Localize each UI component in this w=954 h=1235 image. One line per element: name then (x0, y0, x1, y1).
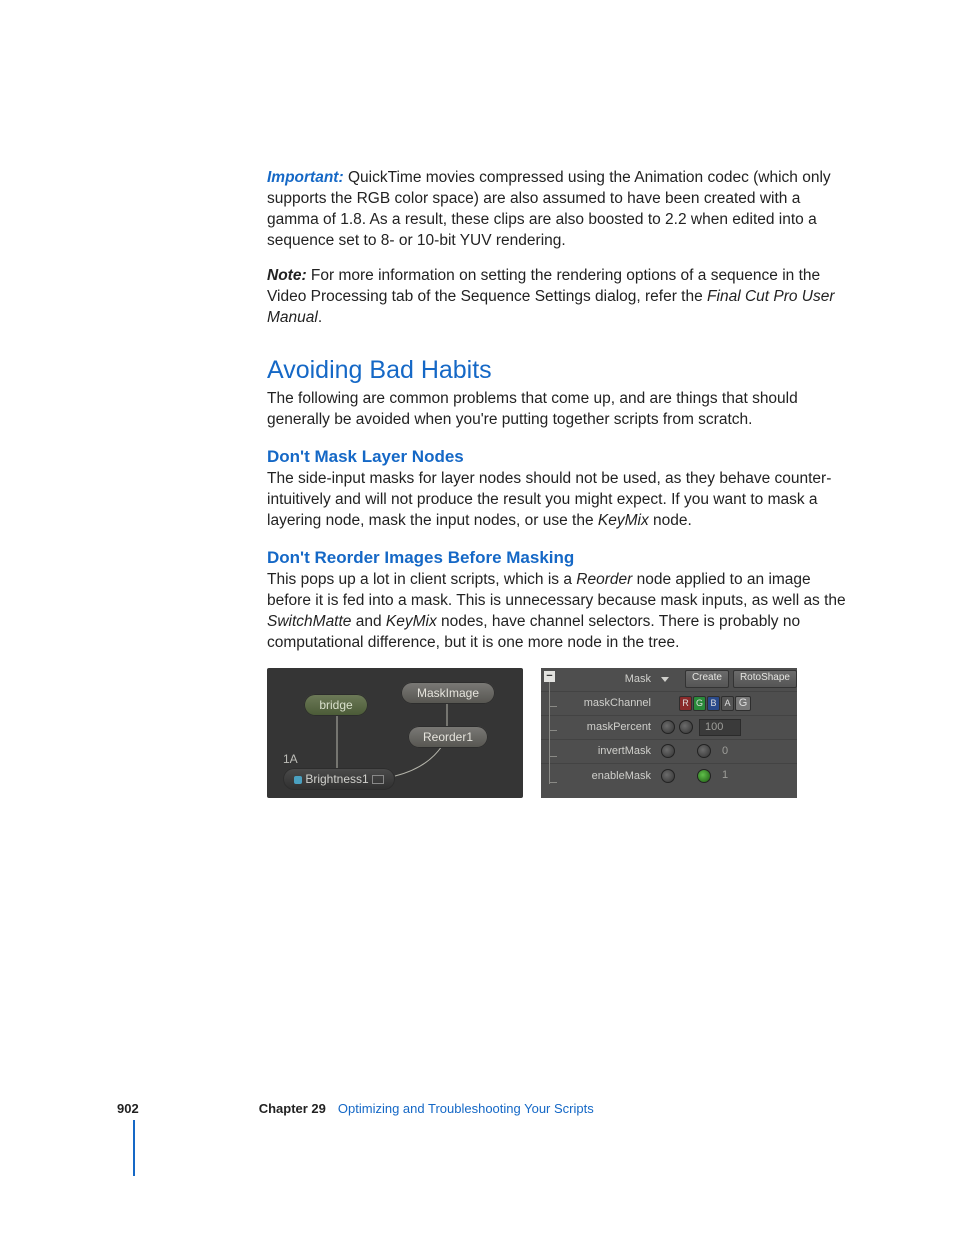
node-brightness: Brightness1 (283, 768, 395, 790)
anim-knob-icon (661, 720, 675, 734)
node-brightness-label: Brightness1 (305, 772, 368, 786)
note-label: Note: (267, 267, 307, 284)
section-heading: Avoiding Bad Habits (267, 356, 847, 385)
note-paragraph: Note: For more information on setting th… (267, 266, 847, 329)
sub2-paragraph: This pops up a lot in client scripts, wh… (267, 570, 847, 654)
toggle-off-icon (697, 744, 711, 758)
sub1-paragraph: The side-input masks for layer nodes sho… (267, 469, 847, 532)
channel-g: G (693, 696, 706, 711)
row-label-invertmask: invertMask (559, 745, 657, 757)
invertmask-value: 0 (717, 744, 757, 759)
sub2-text-a: This pops up a lot in client scripts, wh… (267, 571, 576, 588)
node-thumb-icon (294, 776, 302, 784)
node-graph-figure: bridge MaskImage Reorder1 1A Brightness1 (267, 668, 523, 798)
expr-knob-icon (679, 720, 693, 734)
tree-line (549, 682, 550, 784)
node-reorder: Reorder1 (408, 726, 488, 748)
node-maskimage: MaskImage (401, 682, 495, 704)
tree-branch (549, 756, 557, 757)
channel-selector: R G B A G (679, 696, 751, 711)
channel-r: R (679, 696, 692, 711)
enablemask-value: 1 (717, 768, 757, 783)
graph-label-1a: 1A (283, 752, 298, 766)
row-label-maskpercent: maskPercent (559, 721, 657, 733)
sub2-ital1: Reorder (576, 571, 632, 588)
page-number: 902 (117, 1101, 139, 1116)
rotoshape-button: RotoShape (733, 670, 797, 688)
tree-branch (549, 730, 557, 731)
panel-row-maskchannel: maskChannel R G B A G (541, 692, 797, 716)
anim-knob-icon (661, 744, 675, 758)
important-paragraph: Important: QuickTime movies compressed u… (267, 168, 847, 252)
chapter-label: Chapter 29 (259, 1101, 326, 1116)
node-bridge: bridge (304, 694, 368, 716)
maskpercent-value: 100 (699, 719, 741, 736)
sub2-ital2: SwitchMatte (267, 613, 351, 630)
channel-a: A (721, 696, 734, 711)
tree-collapse-icon: − (544, 671, 555, 682)
row-label-maskchannel: maskChannel (559, 697, 657, 709)
important-label: Important: (267, 169, 344, 186)
dropdown-arrow-icon (661, 677, 669, 682)
page: Important: QuickTime movies compressed u… (0, 0, 954, 1235)
row-label-enablemask: enableMask (559, 770, 657, 782)
toggle-on-icon (697, 769, 711, 783)
chapter-title: Optimizing and Troubleshooting Your Scri… (338, 1101, 594, 1116)
sub2-text-c: and (351, 613, 385, 630)
anim-knob-icon (661, 769, 675, 783)
sub1-text-a: The side-input masks for layer nodes sho… (267, 470, 831, 529)
parameter-panel-figure: − Mask Create RotoShape maskChannel (541, 668, 797, 798)
panel-row-invertmask: invertMask 0 (541, 740, 797, 764)
page-footer: 902 Chapter 29 Optimizing and Troublesho… (117, 1101, 594, 1116)
figure-row: bridge MaskImage Reorder1 1A Brightness1… (267, 668, 847, 798)
panel-row-enablemask: enableMask 1 (541, 764, 797, 788)
footer-accent-bar (133, 1120, 135, 1176)
sub2-ital3: KeyMix (386, 613, 437, 630)
row-label-mask: Mask (559, 673, 657, 685)
sub1-heading: Don't Mask Layer Nodes (267, 447, 847, 467)
channel-selected: G (735, 696, 751, 711)
note-text-b: . (318, 309, 322, 326)
section-intro: The following are common problems that c… (267, 389, 847, 431)
sub1-text-b: node. (649, 512, 692, 529)
tree-branch (549, 782, 557, 783)
create-button: Create (685, 670, 729, 688)
node-mask-port-icon (372, 775, 384, 784)
sub2-heading: Don't Reorder Images Before Masking (267, 548, 847, 568)
sub1-ital: KeyMix (598, 512, 649, 529)
panel-row-maskpercent: maskPercent 100 (541, 716, 797, 740)
important-text: QuickTime movies compressed using the An… (267, 169, 831, 249)
panel-row-mask: Mask Create RotoShape (541, 668, 797, 692)
channel-b: B (707, 696, 720, 711)
body-content: Important: QuickTime movies compressed u… (267, 168, 847, 798)
tree-branch (549, 706, 557, 707)
